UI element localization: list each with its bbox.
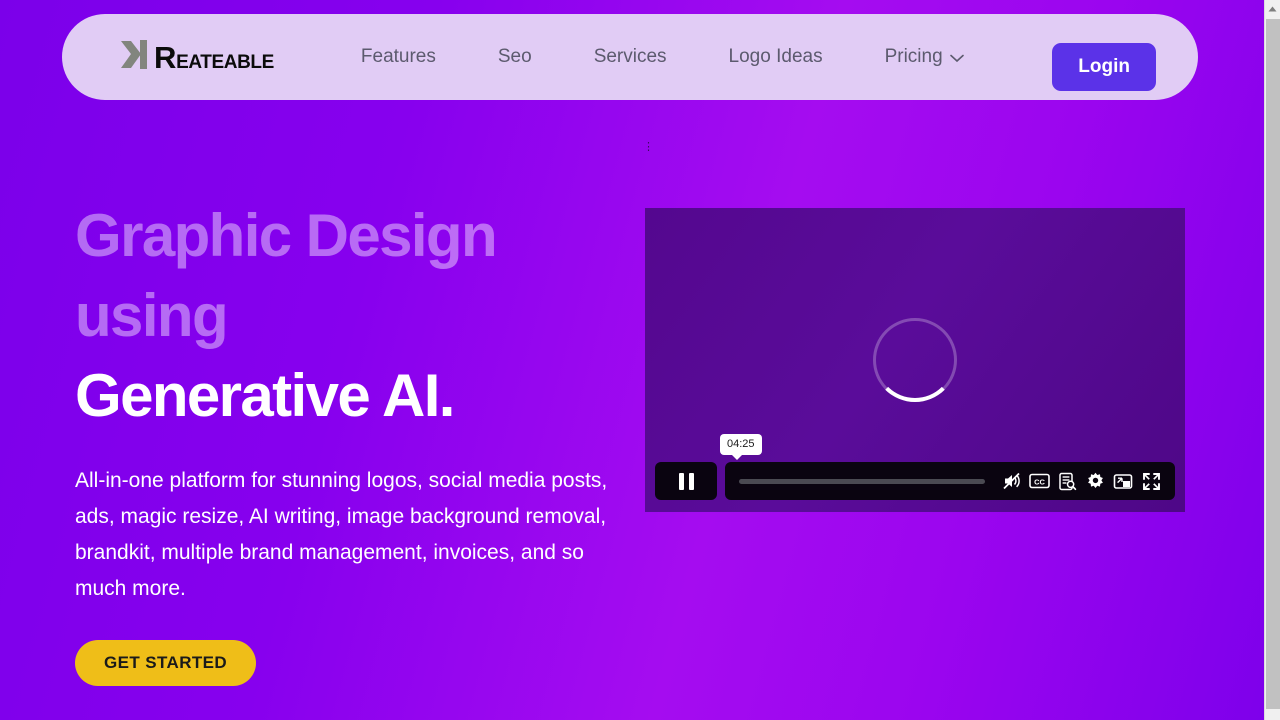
time-tooltip: 04:25 [720,434,762,460]
login-button[interactable]: Login [1052,43,1156,91]
nav-item-services[interactable]: Services [563,46,698,68]
primary-navigation: Features Seo Services Logo Ideas Pricing [330,45,995,69]
k-chevron-mark-icon [118,37,158,78]
browser-scrollbar[interactable] [1264,0,1280,720]
video-player[interactable]: 04:25 CC [645,208,1185,512]
nav-item-label: Pricing [884,46,943,67]
transcript-icon[interactable] [1053,466,1081,496]
fullscreen-icon[interactable] [1137,466,1165,496]
stray-glyph-artifact: ⋮ [643,141,654,153]
nav-item-label: Features [360,46,436,67]
video-progress-section: 04:25 CC [720,434,1175,500]
scrollbar-up-arrow-icon[interactable] [1265,0,1280,17]
nav-item-features[interactable]: Features [330,46,467,68]
scrollbar-thumb[interactable] [1266,19,1280,709]
video-control-icons: CC [997,466,1165,496]
loading-spinner-icon [873,318,957,402]
settings-gear-icon[interactable] [1081,466,1109,496]
nav-item-label: Services [593,46,667,67]
chevron-down-icon [949,47,964,69]
headline-faded-part: Graphic Design using [75,202,498,349]
brand-wordmark-rest: EATEABLE [176,51,274,73]
pause-button[interactable] [655,462,717,500]
hero-subcopy: All-in-one platform for stunning logos, … [75,469,608,600]
nav-item-label: Logo Ideas [728,46,823,67]
nav-item-seo[interactable]: Seo [467,46,563,68]
nav-item-logo-ideas[interactable]: Logo Ideas [698,46,854,68]
closed-captions-icon[interactable]: CC [1025,466,1053,496]
pause-icon-bar [678,472,684,490]
video-controls-bar: 04:25 CC [655,434,1175,500]
brand-logo[interactable]: R EATEABLE [118,37,274,77]
hero-copy: Graphic Design using Generative AI. All-… [75,196,635,686]
nav-item-label: Seo [497,46,532,67]
site-header: R EATEABLE Features Seo Services Logo Id… [62,14,1198,100]
page-title: Graphic Design using Generative AI. [75,196,635,436]
get-started-button[interactable]: GET STARTED [75,640,257,686]
brand-wordmark-cap: R [154,39,177,75]
nav-item-pricing[interactable]: Pricing [854,45,995,69]
headline-solid-part: Generative AI. [75,362,455,429]
page-viewport: R EATEABLE Features Seo Services Logo Id… [0,0,1264,720]
pause-icon-bar [688,472,694,490]
brand-wordmark: R EATEABLE [154,42,274,73]
picture-in-picture-icon[interactable] [1109,466,1137,496]
volume-muted-icon[interactable] [997,466,1025,496]
progress-scrubber[interactable] [739,478,985,484]
svg-text:CC: CC [1034,478,1045,487]
spinner-arc [873,318,957,402]
